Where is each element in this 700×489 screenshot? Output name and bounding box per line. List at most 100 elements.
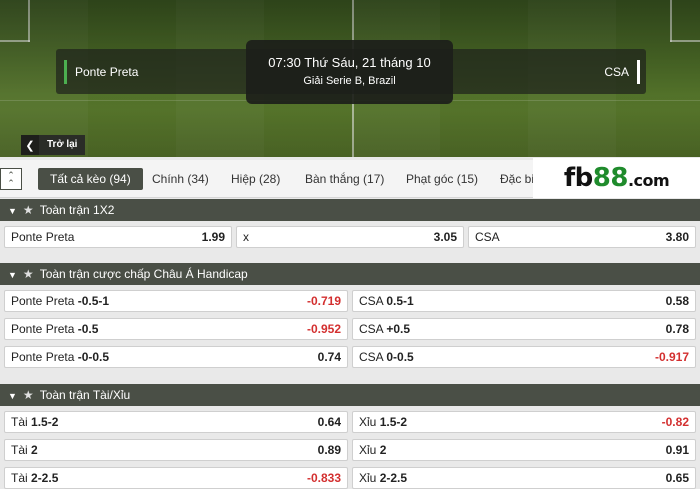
logo-brand: fb — [563, 163, 593, 193]
match-hero: Ponte Preta CSA 07:30 Thứ Sáu, 21 tháng … — [0, 0, 700, 157]
odd-team: CSA — [359, 322, 384, 336]
league-name: Giải Serie B, Brazil — [303, 75, 396, 87]
caret-down-icon: ▼ — [8, 391, 17, 401]
odd-label: CSA +0.5 — [359, 322, 410, 336]
odd-value: -0.917 — [654, 350, 689, 364]
tab-main[interactable]: Chính (34) — [152, 168, 209, 190]
back-button[interactable]: ❮ Trở lại — [21, 135, 86, 155]
tab-goals[interactable]: Bàn thắng (17) — [305, 168, 384, 190]
odd-value: 0.64 — [317, 415, 341, 429]
odd-line: +0.5 — [386, 322, 411, 336]
odd-label: Tài 2 — [11, 443, 38, 457]
odd-label: CSA — [475, 230, 500, 244]
double-chevron-up-icon: ⌃ ⌃ — [7, 170, 15, 188]
odd-cell[interactable]: Tài 1.5-2 0.64 — [4, 411, 348, 433]
odd-cell[interactable]: Xỉu 1.5-2 -0.82 — [352, 411, 696, 433]
caret-down-icon: ▼ — [8, 206, 17, 216]
odd-label: CSA 0.5-1 — [359, 294, 414, 308]
odd-label: Tài 1.5-2 — [11, 415, 58, 429]
odd-line: 2-2.5 — [379, 471, 408, 485]
odd-team: Ponte Preta — [11, 350, 75, 364]
odd-value: 0.65 — [665, 471, 689, 485]
section-header-overunder[interactable]: ▼ ★ Toàn trận Tài/Xỉu — [0, 384, 700, 406]
odd-line: 2-2.5 — [31, 471, 59, 485]
caret-down-icon: ▼ — [8, 270, 17, 280]
home-team-name: Ponte Preta — [64, 60, 138, 84]
odd-cell[interactable]: Tài 2-2.5 -0.833 — [4, 467, 348, 489]
odd-line: -0.5 — [77, 322, 99, 336]
odd-cell[interactable]: Xỉu 2-2.5 0.65 — [352, 467, 696, 489]
odd-label: x — [243, 230, 249, 244]
odd-cell[interactable]: Ponte Preta -0.5 -0.952 — [4, 318, 348, 340]
odd-value: -0.82 — [661, 415, 689, 429]
odd-line: 2 — [31, 443, 38, 457]
odd-team: Ponte Preta — [11, 322, 75, 336]
fb88-logo: fb88.com — [533, 158, 700, 198]
odd-cell[interactable]: CSA +0.5 0.78 — [352, 318, 696, 340]
odd-value: 1.99 — [201, 230, 225, 244]
odd-value: 3.80 — [665, 230, 689, 244]
star-icon[interactable]: ★ — [23, 267, 34, 281]
odd-value: 0.78 — [665, 322, 689, 336]
match-info-box: 07:30 Thứ Sáu, 21 tháng 10 Giải Serie B,… — [246, 40, 453, 104]
odd-cell[interactable]: Ponte Preta -0-0.5 0.74 — [4, 346, 348, 368]
odd-value: -0.833 — [306, 471, 341, 485]
section-title: Toàn trận Tài/Xỉu — [39, 388, 131, 402]
odd-team: Tài — [11, 471, 28, 485]
odd-team: CSA — [359, 350, 384, 364]
odd-team: Xỉu — [359, 415, 377, 429]
back-label: Trở lại — [39, 135, 86, 155]
odd-cell[interactable]: CSA 0-0.5 -0.917 — [352, 346, 696, 368]
odd-label: Ponte Preta -0-0.5 — [11, 350, 109, 364]
odd-team: Ponte Preta — [11, 294, 75, 308]
odd-value: 0.89 — [317, 443, 341, 457]
odd-line: 1.5-2 — [31, 415, 59, 429]
tab-all[interactable]: Tất cả kèo (94) — [38, 168, 143, 190]
odd-label: Ponte Preta — [11, 230, 75, 244]
odd-value: 0.74 — [317, 350, 341, 364]
odd-team: Tài — [11, 443, 28, 457]
odd-value: 3.05 — [433, 230, 457, 244]
odd-label: Ponte Preta -0.5 — [11, 322, 98, 336]
odd-cell[interactable]: Tài 2 0.89 — [4, 439, 348, 461]
logo-suffix: .com — [627, 171, 670, 190]
odd-value: -0.952 — [306, 322, 341, 336]
match-time: 07:30 Thứ Sáu, 21 tháng 10 — [268, 55, 431, 70]
odd-line: -0-0.5 — [77, 350, 110, 364]
section-header-handicap[interactable]: ▼ ★ Toàn trận cược chấp Châu Á Handicap — [0, 263, 700, 285]
odd-label: Xỉu 1.5-2 — [359, 415, 407, 429]
chevron-left-icon: ❮ — [21, 135, 39, 155]
odd-label: Xỉu 2-2.5 — [359, 471, 407, 485]
odd-label: Ponte Preta -0.5-1 — [11, 294, 109, 308]
odd-value: -0.719 — [306, 294, 341, 308]
odd-label: Xỉu 2 — [359, 443, 386, 457]
section-title: Toàn trận 1X2 — [39, 203, 115, 217]
section-header-1x2[interactable]: ▼ ★ Toàn trận 1X2 — [0, 199, 700, 221]
odd-line: 1.5-2 — [379, 415, 408, 429]
odd-team: Xỉu — [359, 471, 377, 485]
odd-line: 2 — [379, 443, 387, 457]
logo-number: 88 — [592, 163, 629, 193]
star-icon[interactable]: ★ — [23, 203, 34, 217]
odd-team: Tài — [11, 415, 28, 429]
star-icon[interactable]: ★ — [23, 388, 34, 402]
odd-label: CSA 0-0.5 — [359, 350, 414, 364]
odd-cell[interactable]: Ponte Preta 1.99 — [4, 226, 232, 248]
odd-value: 0.91 — [665, 443, 689, 457]
odd-cell[interactable]: CSA 0.5-1 0.58 — [352, 290, 696, 312]
odd-cell[interactable]: Xỉu 2 0.91 — [352, 439, 696, 461]
odd-cell[interactable]: CSA 3.80 — [468, 226, 696, 248]
odd-cell[interactable]: x 3.05 — [236, 226, 464, 248]
odd-line: 0.5-1 — [386, 294, 414, 308]
collapse-all-button[interactable]: ⌃ ⌃ — [0, 168, 22, 190]
odd-cell[interactable]: Ponte Preta -0.5-1 -0.719 — [4, 290, 348, 312]
odd-team: Xỉu — [359, 443, 377, 457]
odd-line: 0-0.5 — [386, 350, 414, 364]
tab-corners[interactable]: Phạt góc (15) — [406, 168, 478, 190]
odd-label: Tài 2-2.5 — [11, 471, 58, 485]
section-title: Toàn trận cược chấp Châu Á Handicap — [39, 267, 248, 281]
odd-team: CSA — [359, 294, 384, 308]
tab-half[interactable]: Hiệp (28) — [231, 168, 280, 190]
odd-value: 0.58 — [665, 294, 689, 308]
away-team-name: CSA — [604, 60, 640, 84]
